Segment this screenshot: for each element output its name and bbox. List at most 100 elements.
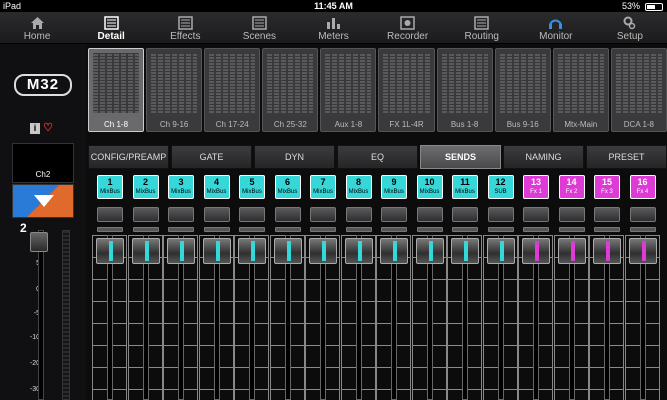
fader-cap[interactable] xyxy=(451,238,479,264)
send-number: 5 xyxy=(249,177,255,187)
tab-preset[interactable]: PRESET xyxy=(586,145,667,169)
bus-label: Ch 1-8 xyxy=(104,120,129,129)
tab-gate[interactable]: GATE xyxy=(171,145,252,169)
send-target-button[interactable]: 11 MixBus xyxy=(452,175,478,199)
send-target-button[interactable]: 6 MixBus xyxy=(274,175,301,199)
send-strip-3: 3 MixBus xyxy=(163,172,199,400)
send-pan-button[interactable] xyxy=(487,207,514,222)
fader-cap[interactable] xyxy=(344,238,373,264)
channel-display[interactable]: Ch2 xyxy=(12,143,74,183)
channel-fader-track[interactable] xyxy=(38,230,44,400)
bus-aux1-8[interactable]: Aux 1-8 xyxy=(320,48,377,132)
fader-cap[interactable] xyxy=(238,238,266,264)
send-target-button[interactable]: 14 Fx 2 xyxy=(558,175,585,199)
send-target-button[interactable]: 10 MixBus xyxy=(416,175,443,199)
battery-percent: 53% xyxy=(621,1,640,11)
fader-cap[interactable] xyxy=(131,238,160,264)
nav-effects[interactable]: Effects xyxy=(148,12,222,43)
nav-meters[interactable]: Meters xyxy=(296,12,370,43)
channel-color-swatch[interactable] xyxy=(12,184,74,218)
send-pan-button[interactable] xyxy=(381,207,407,222)
send-number: 7 xyxy=(320,177,326,187)
nav-recorder[interactable]: Recorder xyxy=(371,12,445,43)
send-pan-button[interactable] xyxy=(594,207,620,222)
fader-cap[interactable] xyxy=(380,238,408,264)
fader-cap[interactable] xyxy=(522,238,550,264)
bus-dca1-8[interactable]: DCA 1-8 xyxy=(610,48,667,132)
send-pan-button[interactable] xyxy=(239,207,265,222)
send-pan-button[interactable] xyxy=(345,207,372,222)
fader-scale: 1050-5-10-20-30 xyxy=(10,234,40,400)
fader-cap[interactable] xyxy=(273,238,302,264)
fader-cap[interactable] xyxy=(415,238,444,264)
bus-fader-thumbnails xyxy=(615,53,663,113)
sends-faders: 1 MixBus 2 MixBus 3 MixBus 4 MixBus 5 MixBus 6 MixB… xyxy=(92,172,667,400)
send-target-button[interactable]: 8 MixBus xyxy=(345,175,372,199)
fader-cap[interactable] xyxy=(202,238,231,264)
bus-ch1-8[interactable]: Ch 1-8 xyxy=(88,48,145,132)
fader-cap-stripe xyxy=(109,241,113,261)
send-target-button[interactable]: 5 MixBus xyxy=(239,175,265,199)
tab-naming[interactable]: NAMING xyxy=(503,145,584,169)
send-pan-button[interactable] xyxy=(132,207,159,222)
nav-label: Effects xyxy=(170,31,201,42)
send-target-button[interactable]: 3 MixBus xyxy=(168,175,194,199)
send-label: MixBus xyxy=(419,189,440,195)
send-pan-button[interactable] xyxy=(629,207,656,222)
nav-scenes[interactable]: Scenes xyxy=(222,12,296,43)
bus-ch25-32[interactable]: Ch 25-32 xyxy=(262,48,319,132)
status-right: 53% xyxy=(622,0,663,12)
nav-home[interactable]: Home xyxy=(0,12,74,43)
send-mode-indicator xyxy=(452,227,478,232)
channel-fader-cap[interactable] xyxy=(30,232,48,252)
tab-sends[interactable]: SENDS xyxy=(420,145,501,169)
fader-cap[interactable] xyxy=(486,238,515,264)
fader-cap[interactable] xyxy=(628,238,657,264)
send-pan-button[interactable] xyxy=(416,207,443,222)
bus-bus1-8[interactable]: Bus 1-8 xyxy=(436,48,493,132)
fader-cap[interactable] xyxy=(167,238,195,264)
heart-icon[interactable]: ♡ xyxy=(43,123,53,134)
send-pan-button[interactable] xyxy=(523,207,549,222)
send-target-button[interactable]: 1 MixBus xyxy=(97,175,123,199)
send-pan-button[interactable] xyxy=(452,207,478,222)
send-pan-button[interactable] xyxy=(310,207,336,222)
send-target-button[interactable]: 7 MixBus xyxy=(310,175,336,199)
tab-dyn[interactable]: DYN xyxy=(254,145,335,169)
bus-ch17-24[interactable]: Ch 17-24 xyxy=(204,48,261,132)
send-target-button[interactable]: 2 MixBus xyxy=(132,175,159,199)
send-label: MixBus xyxy=(455,189,475,195)
send-target-button[interactable]: 15 Fx 3 xyxy=(594,175,620,199)
fader-cap[interactable] xyxy=(96,238,124,264)
nav-monitor[interactable]: Monitor xyxy=(519,12,593,43)
bus-bus9-16[interactable]: Bus 9-16 xyxy=(494,48,551,132)
send-strip-9: 9 MixBus xyxy=(376,172,412,400)
send-pan-button[interactable] xyxy=(203,207,230,222)
tab-eq[interactable]: EQ xyxy=(337,145,418,169)
nav-detail[interactable]: Detail xyxy=(74,12,148,43)
send-label: MixBus xyxy=(242,189,262,195)
fader-cap[interactable] xyxy=(593,238,621,264)
send-pan-button[interactable] xyxy=(97,207,123,222)
bus-ch9-16[interactable]: Ch 9-16 xyxy=(146,48,203,132)
send-mode-indicator xyxy=(97,227,123,232)
nav-label: Detail xyxy=(97,31,125,42)
send-target-button[interactable]: 4 MixBus xyxy=(203,175,230,199)
send-mode-indicator xyxy=(487,227,514,232)
bus-fx1l-4r[interactable]: FX 1L-4R xyxy=(378,48,435,132)
nav-setup[interactable]: Setup xyxy=(593,12,667,43)
send-target-button[interactable]: 9 MixBus xyxy=(381,175,407,199)
info-icon[interactable]: i xyxy=(30,123,40,134)
bus-mtx-main[interactable]: Mtx-Main xyxy=(552,48,609,132)
send-target-button[interactable]: 12 SUB xyxy=(487,175,514,199)
nav-routing[interactable]: Routing xyxy=(445,12,519,43)
send-pan-button[interactable] xyxy=(168,207,194,222)
send-target-button[interactable]: 13 Fx 1 xyxy=(523,175,549,199)
fader-cap[interactable] xyxy=(557,238,586,264)
send-pan-button[interactable] xyxy=(558,207,585,222)
bus-fader-thumbnails xyxy=(93,53,140,113)
send-target-button[interactable]: 16 Fx 4 xyxy=(629,175,656,199)
tab-configpreamp[interactable]: CONFIG/PREAMP xyxy=(88,145,169,169)
send-pan-button[interactable] xyxy=(274,207,301,222)
fader-cap[interactable] xyxy=(309,238,337,264)
